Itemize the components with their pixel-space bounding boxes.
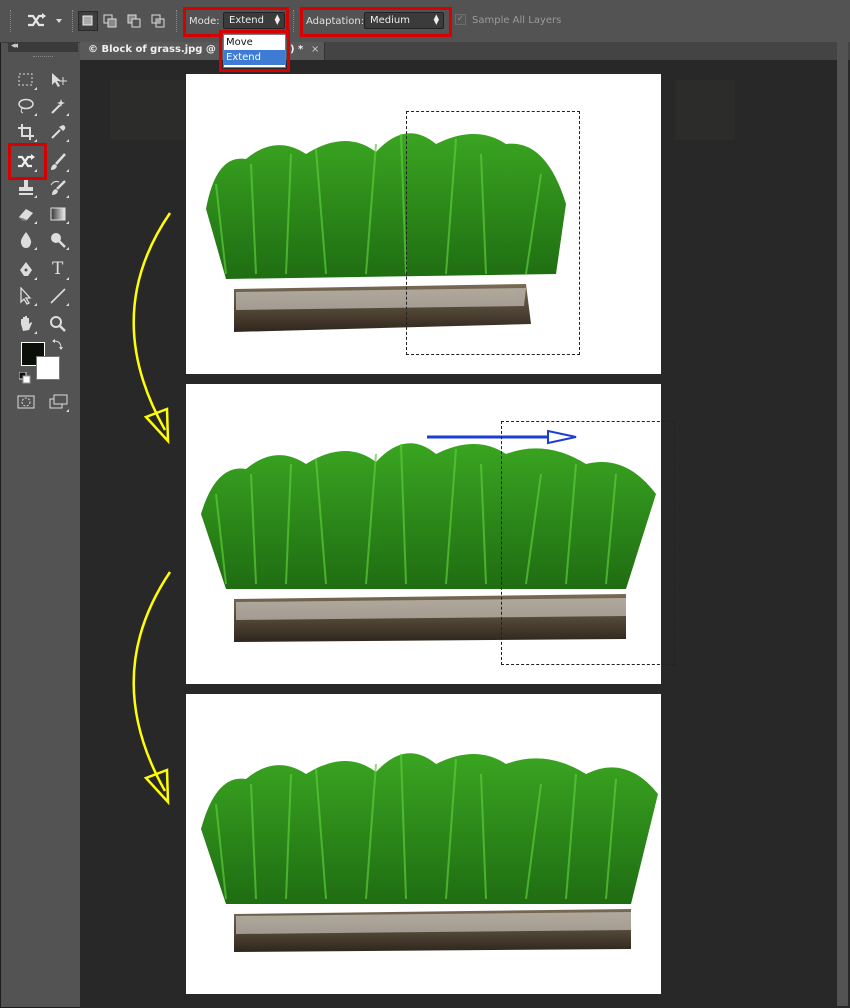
options-bar-divider <box>293 10 297 32</box>
brush-icon <box>51 153 66 170</box>
step-arrow-1 <box>132 212 172 445</box>
eraser-tool[interactable] <box>14 202 38 226</box>
options-bar-divider <box>176 10 180 32</box>
add-to-selection-icon <box>103 14 117 28</box>
hand-tool[interactable] <box>14 312 38 336</box>
marquee-tool[interactable] <box>14 68 38 92</box>
path-selection-tool[interactable] <box>14 284 38 308</box>
right-panel-edge <box>837 42 848 1006</box>
toolbox-grip[interactable] <box>33 56 53 59</box>
tool-preset-picker[interactable] <box>22 10 66 32</box>
updown-arrows-icon: ▲ ▼ <box>433 13 439 26</box>
hand-icon <box>21 316 32 331</box>
moved-selection-marquee[interactable] <box>501 421 675 665</box>
options-bar: Mode: Extend ▲ ▼ Adaptation: Medium ▲ ▼ ✓ … <box>0 0 850 43</box>
document-tab-bar: © Block of grass.jpg @ ) * × <box>80 42 850 60</box>
subtract-from-selection-button[interactable] <box>124 11 144 31</box>
move-tool[interactable] <box>46 68 70 92</box>
eraser-icon <box>18 209 33 221</box>
step-1-image <box>186 74 661 374</box>
pen-icon <box>20 262 32 276</box>
intersect-selection-icon <box>151 14 165 28</box>
blur-tool[interactable] <box>14 228 38 252</box>
clone-stamp-icon <box>19 180 33 195</box>
line-icon <box>50 288 66 304</box>
gradient-icon <box>50 207 66 221</box>
gradient-tool[interactable] <box>46 202 70 226</box>
mode-select-value: Extend <box>229 15 264 26</box>
document-tab-title: © Block of grass.jpg @ <box>88 44 216 55</box>
chevron-down-icon <box>56 19 62 23</box>
eyedropper-tool[interactable] <box>46 120 70 144</box>
quick-mask-icon <box>17 395 35 409</box>
magic-wand-icon <box>51 99 65 114</box>
step-3-image <box>186 694 661 994</box>
add-to-selection-button[interactable] <box>100 11 120 31</box>
options-bar-divider <box>72 10 76 32</box>
type-tool[interactable]: T <box>46 258 70 282</box>
history-brush-icon <box>50 180 66 195</box>
lasso-tool[interactable] <box>14 94 38 118</box>
mode-option-extend[interactable]: Extend <box>224 50 285 65</box>
mode-label: Mode: <box>189 16 220 27</box>
collapse-icon[interactable]: ◂◂ <box>11 41 18 51</box>
pen-tool[interactable] <box>14 258 38 282</box>
type-icon: T <box>52 259 64 279</box>
toolbox: ◂◂ T <box>8 41 78 417</box>
canvas-texture <box>675 80 735 140</box>
line-tool[interactable] <box>46 284 70 308</box>
clone-stamp-tool[interactable] <box>14 176 38 200</box>
grass-block-image <box>201 753 658 952</box>
magic-wand-tool[interactable] <box>46 94 70 118</box>
content-aware-move-icon <box>28 13 46 27</box>
dodge-tool[interactable] <box>46 228 70 252</box>
toolbox-header: ◂◂ <box>8 41 78 52</box>
document-tab-modified: ) * <box>290 44 304 55</box>
new-selection-button[interactable] <box>78 11 98 31</box>
close-icon[interactable]: × <box>311 44 319 55</box>
adaptation-select-value: Medium <box>370 15 410 26</box>
adaptation-select[interactable]: Medium ▲ ▼ <box>364 12 444 29</box>
zoom-icon <box>50 316 66 332</box>
updown-arrows-icon: ▲ ▼ <box>274 13 280 26</box>
adaptation-label: Adaptation: <box>306 16 365 27</box>
crop-tool[interactable] <box>14 120 38 144</box>
sample-all-layers-checkbox[interactable]: ✓ <box>455 14 466 25</box>
options-bar-grip[interactable] <box>10 10 14 32</box>
lasso-icon <box>18 98 34 114</box>
canvas-texture <box>110 80 185 140</box>
subtract-from-selection-icon <box>127 14 141 28</box>
active-tool-highlight-box <box>8 143 47 180</box>
default-colors-icon[interactable] <box>19 372 31 384</box>
quick-mask-button[interactable] <box>14 390 38 414</box>
eyedropper-icon <box>51 125 66 139</box>
screen-mode-button[interactable] <box>46 390 70 414</box>
mode-dropdown-list: Move Extend <box>223 34 286 68</box>
swap-colors-icon[interactable] <box>52 338 64 350</box>
selection-marquee[interactable] <box>406 111 580 355</box>
step-arrow-2 <box>132 571 172 806</box>
new-selection-icon <box>82 15 93 26</box>
mode-select[interactable]: Extend ▲ ▼ <box>223 12 285 29</box>
brush-tool[interactable] <box>46 150 70 174</box>
zoom-tool[interactable] <box>46 312 70 336</box>
history-brush-tool[interactable] <box>46 176 70 200</box>
intersect-selection-button[interactable] <box>148 11 168 31</box>
dodge-icon <box>51 233 66 248</box>
sample-all-layers-label: Sample All Layers <box>472 15 562 26</box>
crop-icon <box>18 124 34 140</box>
blur-drop-icon <box>20 232 32 248</box>
rectangular-marquee-icon <box>18 73 33 86</box>
background-color-swatch[interactable] <box>36 356 60 380</box>
path-selection-icon <box>20 287 32 305</box>
mode-option-move[interactable]: Move <box>224 35 285 50</box>
move-icon <box>52 73 67 87</box>
